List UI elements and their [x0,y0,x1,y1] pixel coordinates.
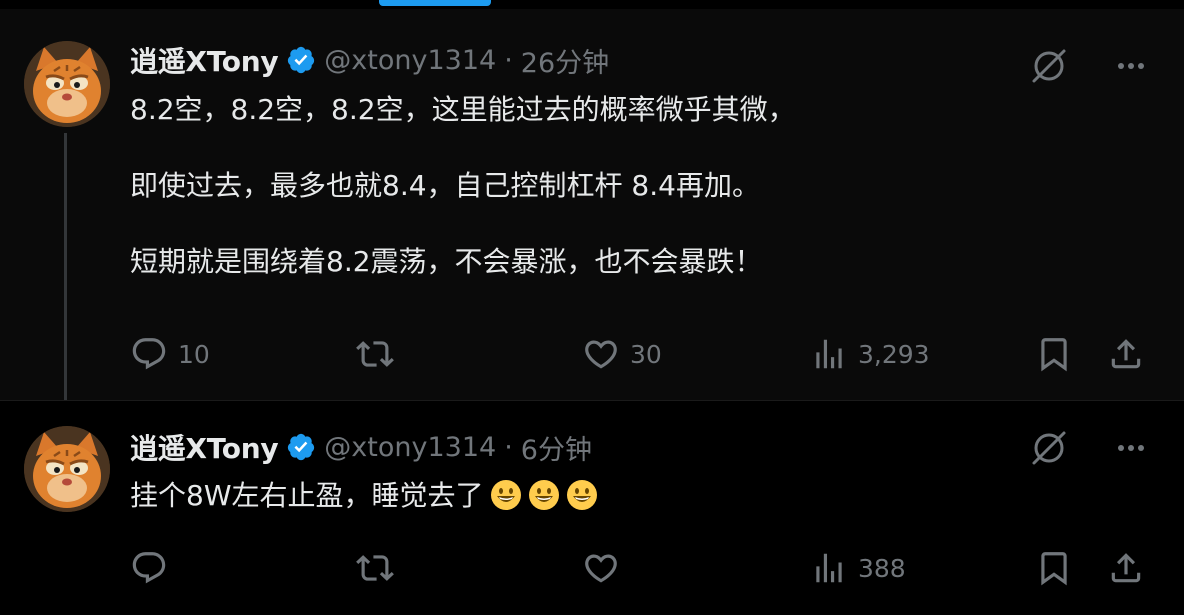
separator-dot: · [504,431,513,463]
views-button[interactable]: 388 [810,548,906,588]
reply-button[interactable]: 10 [130,334,210,374]
tweet-actions: 10 30 3,293 [130,334,1148,374]
display-name[interactable]: 逍遥XTony [130,40,279,80]
retweet-icon [356,341,394,367]
timestamp[interactable]: 6分钟 [521,428,592,467]
verified-badge-icon[interactable] [286,45,316,75]
tweet-header: 逍遥XTony @xtony1314 · 26分钟 [130,40,609,80]
thread-line [64,133,67,423]
view-count: 3,293 [858,339,930,369]
tweet-text: 8.2空，8.2空，8.2空，这里能过去的概率微乎其微， 即使过去，最多也就8.… [130,90,1144,282]
like-icon [585,340,617,369]
views-icon [816,339,842,369]
views-icon [816,553,842,583]
retweet-button[interactable] [356,334,404,374]
grinning-face-emoji-icon [528,480,559,510]
bookmark-icon [1041,552,1067,586]
tweet[interactable]: 逍遥XTony @xtony1314 · 6分钟 挂个8W左右止盈，睡觉去了 3… [0,400,1184,615]
avatar[interactable] [24,426,110,512]
views-button[interactable]: 3,293 [810,334,930,374]
verified-badge-icon[interactable] [286,432,316,462]
tweet-top-actions [1028,45,1148,87]
reply-icon [132,338,166,370]
separator-dot: · [504,44,513,76]
view-count: 388 [858,553,906,583]
bookmark-button[interactable] [1035,334,1073,374]
tweet-actions: 388 [130,548,1148,588]
reply-count: 10 [178,339,210,369]
tweet-text: 挂个8W左右止盈，睡觉去了 [130,476,1144,516]
reply-button[interactable] [130,548,178,588]
like-button[interactable] [582,548,630,588]
grinning-face-emoji-icon [490,480,521,510]
like-count: 30 [630,339,662,369]
like-icon [585,554,617,583]
retweet-icon [356,555,394,581]
share-icon [1111,339,1141,369]
display-name[interactable]: 逍遥XTony [130,427,279,467]
tweet-paragraph: 8.2空，8.2空，8.2空，这里能过去的概率微乎其微， [130,93,796,126]
tweet[interactable]: 逍遥XTony @xtony1314 · 26分钟 8.2空，8.2空，8.2空… [0,9,1184,423]
grok-icon[interactable] [1028,45,1070,87]
scroll-indicator [379,0,491,6]
user-handle[interactable]: @xtony1314 [324,432,496,463]
tweet-header: 逍遥XTony @xtony1314 · 6分钟 [130,427,592,467]
tweet-top-actions [1028,427,1148,469]
timestamp[interactable]: 26分钟 [521,41,609,80]
tweet-paragraph: 挂个8W左右止盈，睡觉去了 [130,476,1144,516]
grok-icon[interactable] [1028,427,1070,469]
share-button[interactable] [1107,334,1145,374]
like-button[interactable]: 30 [582,334,662,374]
share-button[interactable] [1107,548,1145,588]
user-handle[interactable]: @xtony1314 [324,45,496,76]
more-icon[interactable] [1114,49,1148,83]
bookmark-button[interactable] [1035,548,1073,588]
grinning-face-emoji-icon [566,480,597,510]
share-icon [1111,553,1141,583]
tweet-paragraph: 短期就是围绕着8.2震荡，不会暴涨，也不会暴跌！ [130,245,763,278]
tweet-paragraph: 即使过去，最多也就8.4，自己控制杠杆 8.4再加。 [130,169,760,202]
tweet-text-content: 挂个8W左右止盈，睡觉去了 [130,479,484,512]
retweet-button[interactable] [356,548,404,588]
bookmark-icon [1041,338,1067,372]
reply-icon [132,552,166,584]
more-icon[interactable] [1114,431,1148,465]
avatar[interactable] [24,41,110,127]
